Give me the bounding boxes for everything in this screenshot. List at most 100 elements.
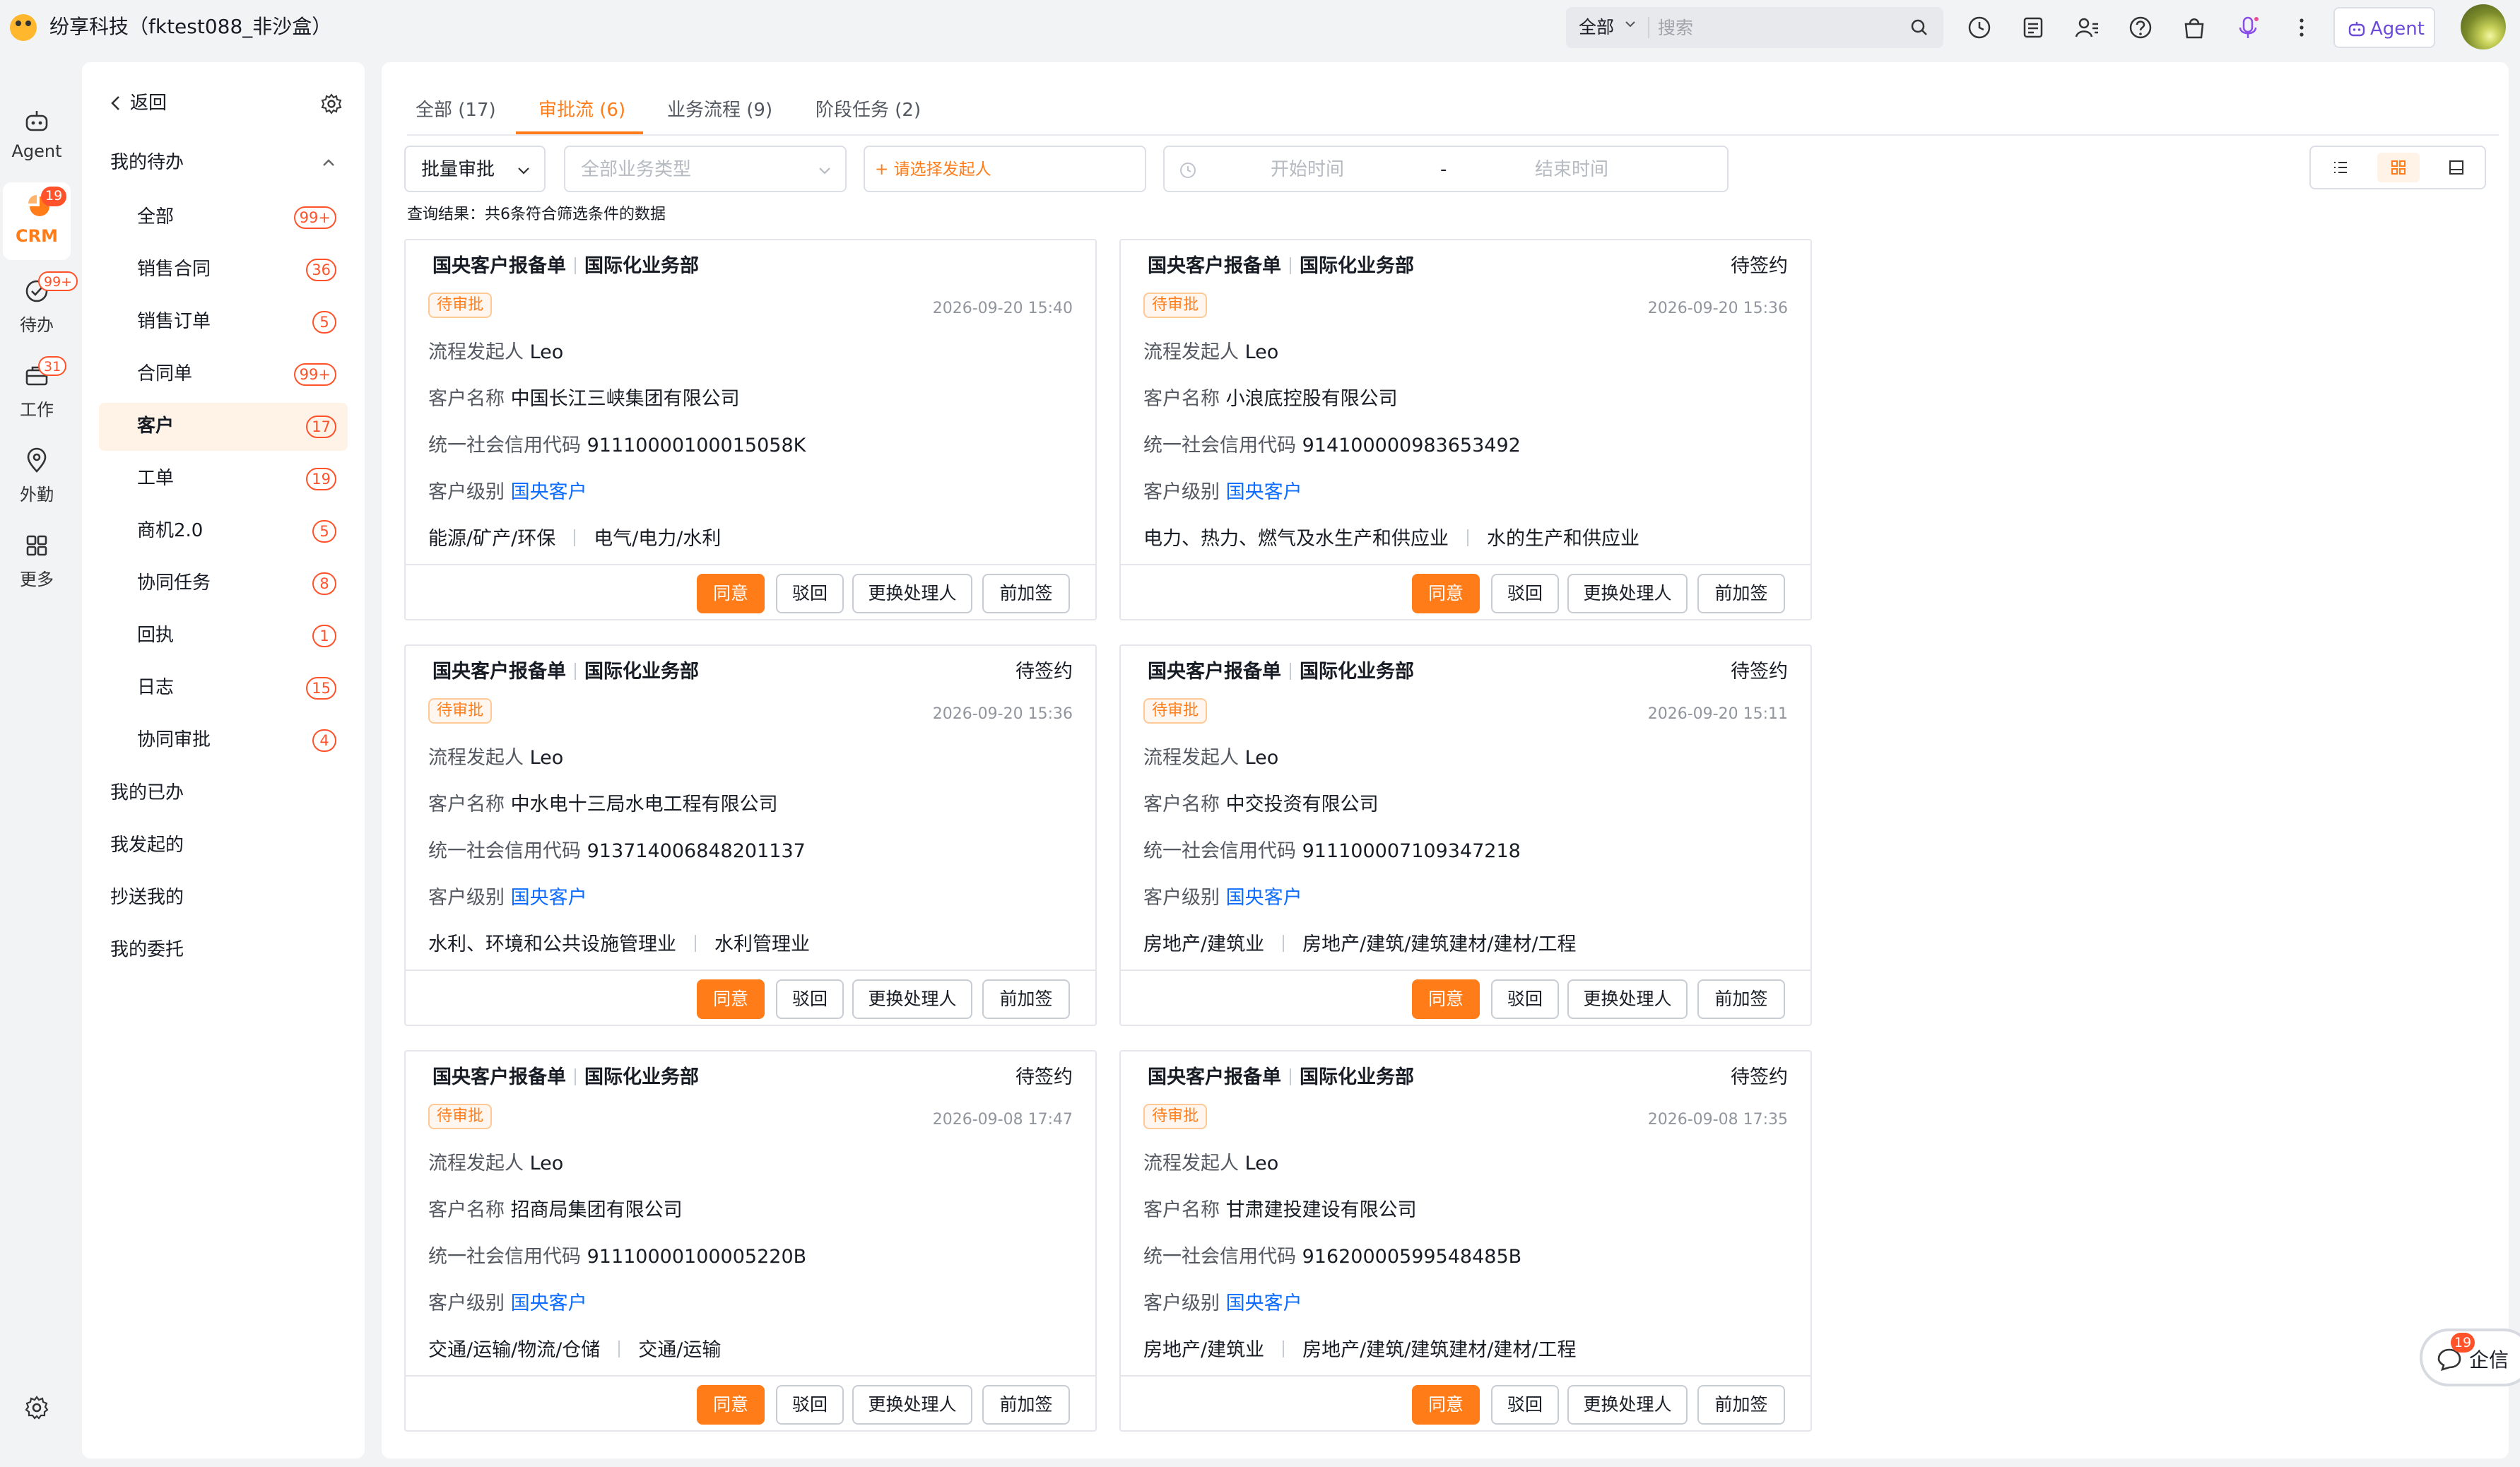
customer-level-link[interactable]: 国央客户: [1226, 481, 1302, 503]
group-my-delegation[interactable]: 我的委托: [110, 937, 184, 962]
pending-approval-tag: 待审批: [428, 293, 493, 318]
user-avatar[interactable]: [2461, 4, 2506, 49]
customer-level-link[interactable]: 国央客户: [511, 481, 587, 503]
card-title: 国央客户报备单 国际化业务部: [1148, 1064, 1414, 1091]
help-icon[interactable]: [2127, 14, 2154, 41]
initiator-select[interactable]: + 请选择发起人: [864, 146, 1146, 192]
add-pre-sign-button[interactable]: 前加签: [982, 574, 1070, 613]
qixin-chat-button[interactable]: 19 企信: [2420, 1328, 2520, 1386]
list-view-button[interactable]: [2319, 153, 2362, 182]
split-view-button[interactable]: [2435, 153, 2478, 182]
tab-all[interactable]: 全部 (17): [416, 98, 496, 123]
approve-button[interactable]: 同意: [1412, 574, 1480, 613]
approval-card[interactable]: 国央客户报备单 国际化业务部 待签约 待审批 2026-09-20 15:11 流程发起人…: [1119, 644, 1812, 1026]
chevron-left-icon: [111, 96, 119, 110]
add-pre-sign-button[interactable]: 前加签: [1697, 1385, 1785, 1425]
change-handler-button[interactable]: 更换处理人: [1567, 574, 1688, 613]
group-my-initiated[interactable]: 我发起的: [110, 832, 184, 858]
change-handler-button[interactable]: 更换处理人: [1567, 1385, 1688, 1425]
reject-button[interactable]: 驳回: [1491, 979, 1559, 1019]
contacts-icon[interactable]: [2073, 14, 2100, 41]
reject-button[interactable]: 驳回: [776, 574, 844, 613]
reject-button[interactable]: 驳回: [1491, 1385, 1559, 1425]
tab-business-flow[interactable]: 业务流程 (9): [667, 98, 772, 123]
nav-item-work[interactable]: 31 工作: [0, 352, 73, 430]
sidebar-item-collab-task[interactable]: 协同任务 8: [99, 560, 348, 608]
end-time-input[interactable]: 结束时间: [1535, 157, 1608, 182]
sidebar-item-ticket[interactable]: 工单 19: [99, 455, 348, 503]
sidebar-item-collab-approval[interactable]: 协同审批 4: [99, 717, 348, 765]
approval-card[interactable]: 国央客户报备单 国际化业务部 待签约 待审批 2026-09-20 15:36 流程发起人…: [1119, 239, 1812, 620]
sidebar-item-opportunity[interactable]: 商机2.0 5: [99, 507, 348, 555]
nav-item-field[interactable]: 外勤: [0, 437, 73, 514]
shopping-bag-icon[interactable]: [2181, 14, 2208, 41]
history-clock-icon[interactable]: [1966, 14, 1993, 41]
group-my-done[interactable]: 我的已办: [110, 780, 184, 806]
customer-level-link[interactable]: 国央客户: [1226, 887, 1302, 909]
nav-item-todo[interactable]: 99+ 待办: [0, 267, 78, 345]
change-handler-button[interactable]: 更换处理人: [852, 1385, 972, 1425]
nav-item-crm[interactable]: 19 CRM: [3, 182, 71, 260]
search-input[interactable]: [1658, 14, 1898, 41]
field-label: 客户名称: [1143, 388, 1220, 410]
sidebar-item-all[interactable]: 全部 99+: [99, 194, 348, 242]
sidebar-item-log[interactable]: 日志 15: [99, 664, 348, 712]
sidebar-item-customer[interactable]: 客户 17: [99, 403, 348, 451]
customer-level-link[interactable]: 国央客户: [511, 887, 587, 909]
sidebar-item-receipt[interactable]: 回执 1: [99, 612, 348, 660]
change-handler-button[interactable]: 更换处理人: [852, 979, 972, 1019]
sidebar-item-contract[interactable]: 合同单 99+: [99, 350, 348, 399]
add-pre-sign-button[interactable]: 前加签: [1697, 979, 1785, 1019]
voice-assistant-icon[interactable]: [2235, 14, 2261, 41]
nav-badge: 99+: [38, 271, 78, 291]
tab-approval-flow[interactable]: 审批流 (6): [538, 98, 625, 123]
approve-button[interactable]: 同意: [697, 574, 765, 613]
card-view-button[interactable]: [2377, 153, 2420, 182]
add-pre-sign-button[interactable]: 前加签: [982, 1385, 1070, 1425]
more-vertical-icon[interactable]: [2288, 14, 2315, 41]
batch-approve-dropdown[interactable]: 批量审批: [404, 146, 546, 192]
nav-badge: 19: [41, 187, 67, 206]
reject-button[interactable]: 驳回: [776, 979, 844, 1019]
field-label: 流程发起人: [428, 1153, 524, 1174]
agent-button[interactable]: Agent: [2333, 7, 2435, 48]
chevron-up-icon[interactable]: [319, 154, 338, 172]
customer-value: 甘肃建投建设有限公司: [1225, 1199, 1417, 1221]
date-range-picker[interactable]: 开始时间 - 结束时间: [1163, 146, 1729, 192]
approve-button[interactable]: 同意: [697, 1385, 765, 1425]
approve-button[interactable]: 同意: [1412, 979, 1480, 1019]
tab-stage-task[interactable]: 阶段任务 (2): [816, 98, 921, 123]
initiator-row: 流程发起人 Leo: [1143, 339, 1278, 366]
business-type-select[interactable]: 全部业务类型: [564, 146, 847, 192]
nav-item-agent[interactable]: Agent: [0, 98, 73, 175]
approval-card[interactable]: 国央客户报备单 国际化业务部 待签约 待审批 2026-09-08 17:35 流程发起人…: [1119, 1050, 1812, 1432]
approval-card[interactable]: 国央客户报备单 国际化业务部 待签约 待审批 2026-09-08 17:47 流程发起人…: [404, 1050, 1097, 1432]
settings-gear-icon[interactable]: [23, 1394, 51, 1422]
customer-level-link[interactable]: 国央客户: [1226, 1292, 1302, 1314]
approve-button[interactable]: 同意: [697, 979, 765, 1019]
grid-icon: [2391, 160, 2406, 175]
notes-icon[interactable]: [2020, 14, 2047, 41]
search-icon[interactable]: [1909, 18, 1929, 37]
add-pre-sign-button[interactable]: 前加签: [1697, 574, 1785, 613]
settings-gear-icon[interactable]: [319, 92, 343, 116]
nav-item-more[interactable]: 更多: [0, 522, 73, 599]
add-pre-sign-button[interactable]: 前加签: [982, 979, 1070, 1019]
start-time-input[interactable]: 开始时间: [1271, 157, 1344, 182]
change-handler-button[interactable]: 更换处理人: [1567, 979, 1688, 1019]
sidebar-item-sales-order[interactable]: 销售订单 5: [99, 298, 348, 346]
reject-button[interactable]: 驳回: [1491, 574, 1559, 613]
group-cc-me[interactable]: 抄送我的: [110, 885, 184, 910]
approve-button[interactable]: 同意: [1412, 1385, 1480, 1425]
industry-row: 房地产/建筑业 房地产/建筑/建筑建材/建材/工程: [1143, 1337, 1577, 1371]
customer-level-link[interactable]: 国央客户: [511, 1292, 587, 1314]
change-handler-button[interactable]: 更换处理人: [852, 574, 972, 613]
group-my-todo[interactable]: 我的待办: [110, 150, 184, 175]
field-label: 统一社会信用代码: [1143, 840, 1296, 862]
approval-card[interactable]: 国央客户报备单 国际化业务部 待签约 待审批 2026-09-20 15:36 流程发起人…: [404, 644, 1097, 1026]
reject-button[interactable]: 驳回: [776, 1385, 844, 1425]
credit-code-row: 统一社会信用代码 913714006848201137: [428, 838, 806, 865]
sidebar-item-sales-contract[interactable]: 销售合同 36: [99, 246, 348, 294]
approval-card[interactable]: 国央客户报备单 国际化业务部 待审批 2026-09-20 15:40 流程发起人 Le…: [404, 239, 1097, 620]
search-scope-select[interactable]: 全部: [1579, 16, 1614, 40]
